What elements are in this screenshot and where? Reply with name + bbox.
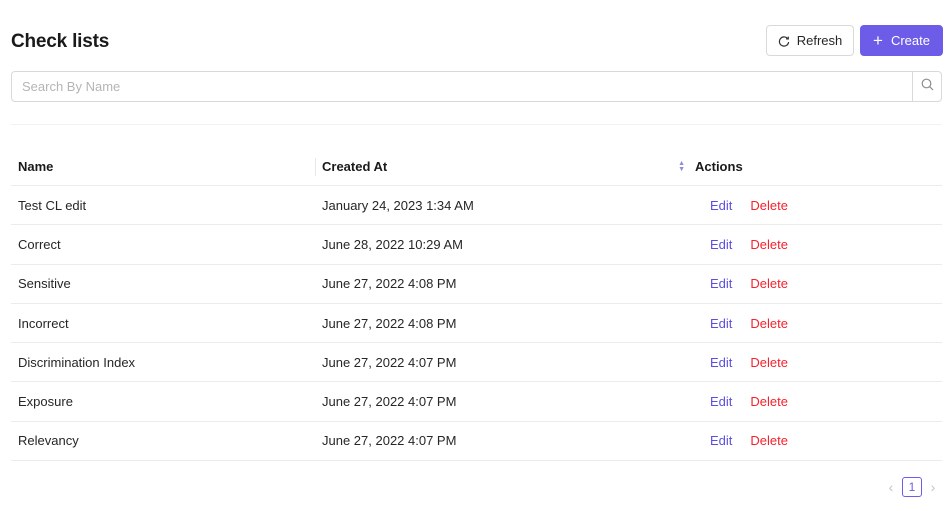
column-header-name: Name xyxy=(18,159,54,174)
table-row: Exposure June 27, 2022 4:07 PM Edit Delet… xyxy=(11,382,942,422)
edit-link[interactable]: Edit xyxy=(710,276,732,291)
edit-link[interactable]: Edit xyxy=(710,355,732,370)
row-name: Test CL edit xyxy=(18,197,87,213)
row-created-at: June 27, 2022 4:07 PM xyxy=(322,433,457,449)
create-button[interactable]: + Create xyxy=(860,25,943,56)
checklists-table: Name Created At ▲ ▼ Actions Test CL edit … xyxy=(11,148,942,462)
delete-link[interactable]: Delete xyxy=(750,237,788,252)
delete-link[interactable]: Delete xyxy=(750,276,788,291)
row-created-at: June 27, 2022 4:08 PM xyxy=(322,276,457,292)
row-name: Exposure xyxy=(18,394,73,410)
refresh-button[interactable]: Refresh xyxy=(766,25,854,56)
chevron-right-icon[interactable]: › xyxy=(924,479,942,495)
row-name: Correct xyxy=(18,236,61,252)
row-name: Discrimination Index xyxy=(18,354,136,370)
row-name: Incorrect xyxy=(18,315,69,331)
row-name: Relevancy xyxy=(18,433,79,449)
sort-icon[interactable]: ▲ ▼ xyxy=(678,160,685,173)
row-created-at: June 27, 2022 4:07 PM xyxy=(322,354,457,370)
pagination-current-page[interactable]: 1 xyxy=(902,477,922,497)
table-header: Name Created At ▲ ▼ Actions xyxy=(11,148,942,186)
delete-link[interactable]: Delete xyxy=(750,355,788,370)
row-created-at: January 24, 2023 1:34 AM xyxy=(322,197,474,213)
table-row: Correct June 28, 2022 10:29 AM Edit Delet… xyxy=(11,225,942,265)
edit-link[interactable]: Edit xyxy=(710,237,732,252)
edit-link[interactable]: Edit xyxy=(710,198,732,213)
column-header-created-at[interactable]: Created At ▲ ▼ xyxy=(315,148,685,185)
delete-link[interactable]: Delete xyxy=(750,433,788,448)
refresh-label: Refresh xyxy=(796,33,843,48)
divider xyxy=(11,124,942,125)
delete-link[interactable]: Delete xyxy=(750,198,788,213)
delete-link[interactable]: Delete xyxy=(750,316,788,331)
row-created-at: June 27, 2022 4:08 PM xyxy=(322,315,457,331)
table-row: Incorrect June 27, 2022 4:08 PM Edit Dele… xyxy=(11,304,942,344)
edit-link[interactable]: Edit xyxy=(710,316,732,331)
search-input[interactable] xyxy=(12,72,912,101)
search-icon xyxy=(921,78,934,96)
row-created-at: June 28, 2022 10:29 AM xyxy=(322,236,463,252)
table-row: Relevancy June 27, 2022 4:07 PM Edit Dele… xyxy=(11,422,942,462)
plus-icon: + xyxy=(873,31,883,50)
chevron-left-icon[interactable]: ‹ xyxy=(882,479,900,495)
delete-link[interactable]: Delete xyxy=(750,394,788,409)
search-button[interactable] xyxy=(912,72,941,101)
pagination: ‹ 1 › xyxy=(882,477,942,497)
row-name: Sensitive xyxy=(18,276,71,292)
edit-link[interactable]: Edit xyxy=(710,433,732,448)
column-header-created-at-label: Created At xyxy=(322,159,388,174)
row-created-at: June 27, 2022 4:07 PM xyxy=(322,394,457,410)
table-row: Test CL edit January 24, 2023 1:34 AM Ed… xyxy=(11,186,942,226)
table-row: Discrimination Index June 27, 2022 4:07 … xyxy=(11,343,942,383)
edit-link[interactable]: Edit xyxy=(710,394,732,409)
page-title: Check lists xyxy=(11,31,110,52)
table-row: Sensitive June 27, 2022 4:08 PM Edit Dele… xyxy=(11,265,942,304)
search-bar xyxy=(11,71,942,102)
create-label: Create xyxy=(890,33,930,48)
column-header-actions: Actions xyxy=(695,159,743,174)
refresh-icon xyxy=(778,35,790,47)
